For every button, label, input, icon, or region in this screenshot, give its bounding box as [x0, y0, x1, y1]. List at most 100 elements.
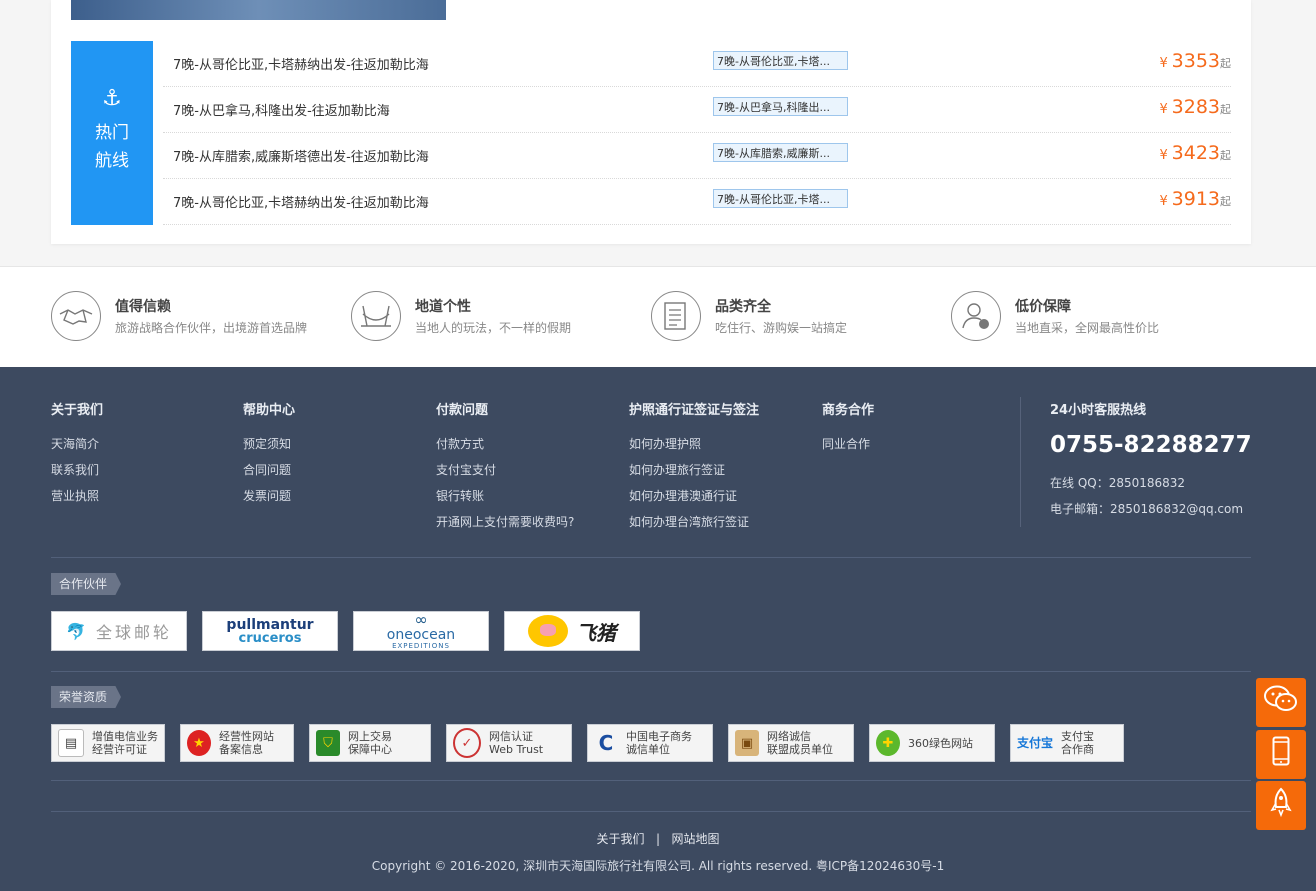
- honor-line2: Web Trust: [489, 743, 544, 756]
- honor-line2: 联盟成员单位: [767, 743, 833, 756]
- footer-link[interactable]: 预定须知: [243, 431, 295, 457]
- feature-desc: 当地直采，全网最高性价比: [1015, 321, 1160, 335]
- footer-link[interactable]: 银行转账: [436, 483, 574, 509]
- footer-link[interactable]: 合同问题: [243, 457, 295, 483]
- route-name[interactable]: 7晚-从巴拿马,科隆出发-往返加勒比海: [173, 100, 390, 119]
- mobile-icon: [1272, 736, 1290, 773]
- seal-icon: ✓: [453, 728, 481, 758]
- hotline-qq[interactable]: 在线 QQ：2850186832: [1050, 470, 1252, 496]
- honor-web-trust[interactable]: ✓ 网信认证 Web Trust: [446, 724, 572, 762]
- route-name[interactable]: 7晚-从哥伦比亚,卡塔赫纳出发-往返加勒比海: [173, 54, 429, 73]
- price-currency: ¥: [1159, 148, 1168, 163]
- cruise-banner-image[interactable]: [71, 0, 446, 20]
- alipay-logo-icon: 支付宝: [1017, 735, 1054, 750]
- footer-col-title: 关于我们: [51, 403, 104, 418]
- honor-line1: 支付宝: [1061, 730, 1095, 743]
- price-value: 3353: [1171, 50, 1220, 72]
- pig-icon: [528, 615, 568, 647]
- bottom-link-separator: |: [655, 832, 661, 846]
- partner-logo-fliggy[interactable]: 飞猪: [504, 611, 640, 651]
- footer-col-business: 商务合作 同业合作: [822, 399, 874, 457]
- footer-link[interactable]: 如何办理港澳通行证: [629, 483, 759, 509]
- bottom-link-about[interactable]: 关于我们: [597, 832, 645, 846]
- footer-link[interactable]: 开通网上支付需要收费吗?: [436, 509, 574, 535]
- footer-link[interactable]: 联系我们: [51, 457, 103, 483]
- partner-logo-global-cruise[interactable]: 🐬 全球邮轮: [51, 611, 187, 651]
- footer-link[interactable]: 天海简介: [51, 431, 103, 457]
- hotline-email[interactable]: 电子邮箱：2850186832@qq.com: [1050, 496, 1252, 522]
- price-suffix: 起: [1220, 149, 1231, 162]
- footer-link[interactable]: 营业执照: [51, 483, 103, 509]
- route-tag[interactable]: 7晚-从哥伦比亚,卡塔...: [713, 189, 848, 208]
- footer-col-about: 关于我们 天海简介 联系我们 营业执照: [51, 399, 103, 509]
- plus-icon: ✚: [876, 730, 900, 756]
- price-value: 3283: [1171, 96, 1220, 118]
- route-price: ¥ 3353起: [1160, 50, 1231, 72]
- footer-col-title: 付款问题: [436, 403, 489, 418]
- bottom-link-sitemap[interactable]: 网站地图: [671, 832, 719, 846]
- honor-line2: 保障中心: [348, 743, 392, 756]
- price-value: 3423: [1171, 142, 1220, 164]
- partner-logo-pullmantur[interactable]: pullmantur cruceros: [202, 611, 338, 651]
- partner-name: oneocean: [386, 627, 456, 643]
- route-row[interactable]: 7晚-从巴拿马,科隆出发-往返加勒比海 7晚-从巴拿马,科隆出... ¥ 328…: [163, 87, 1231, 133]
- honor-ecommerce-integrity[interactable]: C 中国电子商务 诚信单位: [587, 724, 713, 762]
- route-name[interactable]: 7晚-从库腊索,威廉斯塔德出发-往返加勒比海: [173, 146, 429, 165]
- honor-line2: 备案信息: [219, 743, 263, 756]
- badge-icon: ▣: [735, 730, 759, 756]
- route-row[interactable]: 7晚-从哥伦比亚,卡塔赫纳出发-往返加勒比海 7晚-从哥伦比亚,卡塔... ¥ …: [163, 179, 1231, 225]
- partner-name: 全球邮轮: [95, 623, 172, 642]
- price-currency: ¥: [1159, 102, 1168, 117]
- honor-line1: 中国电子商务: [626, 730, 692, 743]
- route-tag[interactable]: 7晚-从库腊索,威廉斯...: [713, 143, 848, 162]
- footer-col-title: 护照通行证签证与签注: [629, 403, 760, 418]
- route-tag[interactable]: 7晚-从巴拿马,科隆出...: [713, 97, 848, 116]
- route-row[interactable]: 7晚-从库腊索,威廉斯塔德出发-往返加勒比海 7晚-从库腊索,威廉斯... ¥ …: [163, 133, 1231, 179]
- honor-telecom-license[interactable]: ▤ 增值电信业务 经营许可证: [51, 724, 165, 762]
- partner-logo-oneocean[interactable]: ∞ oneocean EXPEDITIONS: [353, 611, 489, 651]
- price-suffix: 起: [1220, 57, 1231, 70]
- partner-subname: EXPEDITIONS: [392, 642, 450, 650]
- honor-360-green[interactable]: ✚ 360绿色网站: [869, 724, 995, 762]
- route-row[interactable]: 7晚-从哥伦比亚,卡塔赫纳出发-往返加勒比海 7晚-从哥伦比亚,卡塔... ¥ …: [163, 41, 1231, 87]
- hotline-title: 24小时客服热线: [1050, 403, 1147, 418]
- feature-desc: 当地人的玩法，不一样的假期: [415, 321, 572, 335]
- footer-col-help: 帮助中心 预定须知 合同问题 发票问题: [243, 399, 295, 509]
- feature-strip: 值得信赖 旅游战略合作伙伴，出境游首选品牌 地道个性 当地人的玩法，不一样的假期…: [0, 266, 1316, 367]
- feature-title: 低价保障: [1015, 299, 1071, 315]
- footer-link[interactable]: 如何办理护照: [629, 431, 759, 457]
- mobile-button[interactable]: [1256, 730, 1306, 779]
- back-to-top-button[interactable]: [1256, 781, 1306, 830]
- honor-line1: 增值电信业务: [92, 730, 158, 743]
- footer-col-title: 帮助中心: [243, 403, 296, 418]
- footer-link[interactable]: 发票问题: [243, 483, 295, 509]
- wechat-button[interactable]: [1256, 678, 1306, 727]
- route-price: ¥ 3913起: [1160, 188, 1231, 210]
- hammock-icon: [351, 291, 401, 341]
- footer-link[interactable]: 支付宝支付: [436, 457, 574, 483]
- footer-link[interactable]: 同业合作: [822, 431, 874, 457]
- footer-link[interactable]: 付款方式: [436, 431, 574, 457]
- copyright-text: Copyright © 2016-2020, 深圳市天海国际旅行社有限公司. A…: [371, 859, 945, 873]
- feature-desc: 旅游战略合作伙伴，出境游首选品牌: [115, 321, 308, 335]
- partner-name: pullmantur: [226, 616, 314, 633]
- footer-separator: [51, 811, 1251, 812]
- anchor-icon: ⚓: [102, 86, 122, 111]
- honor-website-record[interactable]: ★ 经营性网站 备案信息: [180, 724, 294, 762]
- footer-col-title: 商务合作: [822, 403, 875, 418]
- footer-col-payment: 付款问题 付款方式 支付宝支付 银行转账 开通网上支付需要收费吗?: [436, 399, 574, 535]
- hot-routes-label: ⚓ 热门 航线: [71, 41, 153, 225]
- route-price: ¥ 3283起: [1160, 96, 1231, 118]
- route-tag[interactable]: 7晚-从哥伦比亚,卡塔...: [713, 51, 848, 70]
- feature-title: 品类齐全: [715, 299, 771, 315]
- honor-network-integrity[interactable]: ▣ 网络诚信 联盟成员单位: [728, 724, 854, 762]
- honor-alipay-partner[interactable]: 支付宝 支付宝 合作商: [1010, 724, 1124, 762]
- footer-link[interactable]: 如何办理旅行签证: [629, 457, 759, 483]
- dolphin-icon: 🐬: [66, 621, 86, 641]
- wechat-icon: [1264, 685, 1298, 720]
- price-suffix: 起: [1220, 103, 1231, 116]
- route-name[interactable]: 7晚-从哥伦比亚,卡塔赫纳出发-往返加勒比海: [173, 192, 429, 211]
- honor-trade-protection[interactable]: ⛉ 网上交易 保障中心: [309, 724, 431, 762]
- footer-link[interactable]: 如何办理台湾旅行签证: [629, 509, 759, 535]
- footer-divider: [1020, 397, 1021, 527]
